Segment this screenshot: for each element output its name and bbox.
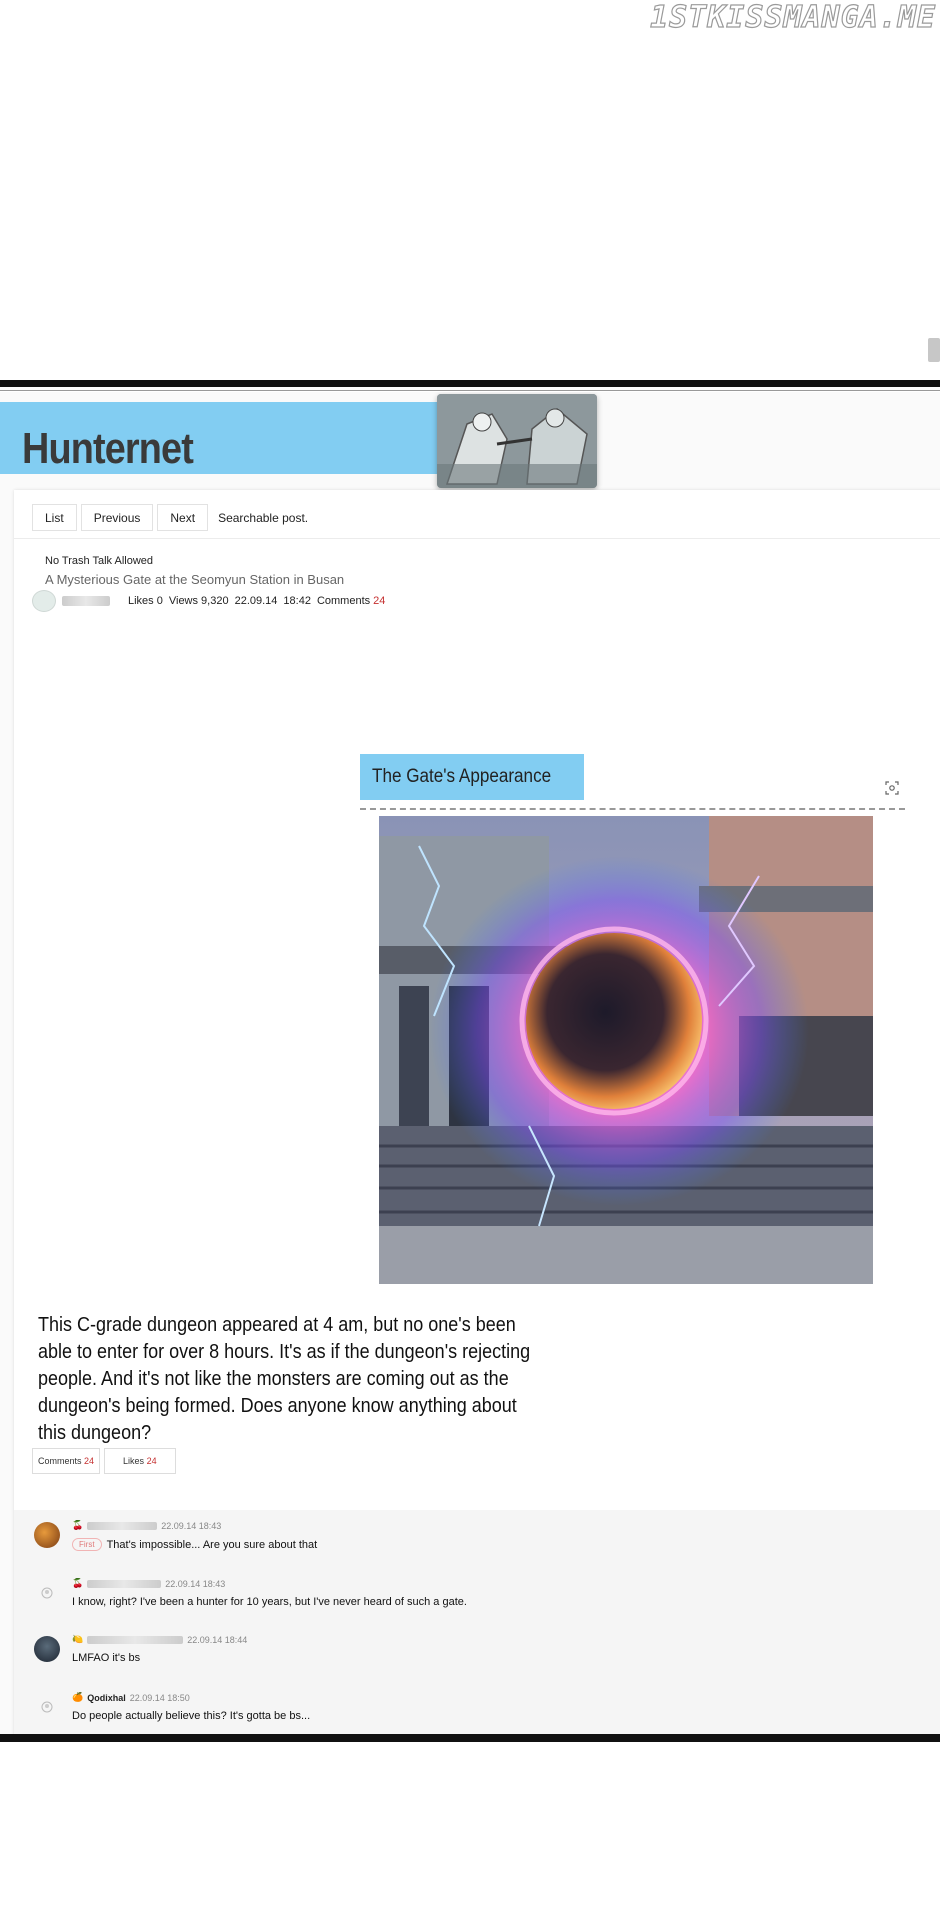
comments-label: Comments	[316, 595, 371, 607]
site-title: Hunternet	[22, 424, 194, 473]
expand-icon[interactable]	[880, 776, 904, 800]
banner-image	[437, 394, 597, 488]
views-count: Views 9,320	[168, 595, 229, 607]
post-meta: Likes 0 Views 9,320 22.09.14 18:42 Comme…	[32, 590, 385, 612]
comment-timestamp: 22.09.14 18:43	[161, 1520, 222, 1531]
author-avatar[interactable]	[32, 590, 56, 612]
previous-button[interactable]: Previous	[80, 504, 154, 531]
scrollbar-thumb[interactable]	[928, 338, 940, 362]
comment-list: 🍒 22.09.14 18:43 First That's impossible..…	[14, 1510, 940, 1734]
likes-button[interactable]: Likes 24	[104, 1448, 176, 1474]
nickname-blurred[interactable]	[87, 1635, 184, 1644]
list-button[interactable]: List	[32, 504, 77, 531]
post-time: 18:42	[283, 595, 311, 607]
first-badge: First	[72, 1538, 102, 1551]
post-date: 22.09.14	[234, 595, 278, 607]
panel-border-top	[0, 380, 940, 387]
avatar[interactable]	[34, 1694, 60, 1720]
likes-button-count: 24	[146, 1456, 157, 1466]
section-divider	[360, 808, 905, 810]
lemon-icon: 🍋	[72, 1634, 84, 1644]
comment-text: LMFAO it's bs	[72, 1652, 141, 1664]
avatar[interactable]	[34, 1580, 60, 1606]
hunternet-page: Hunternet List Previous Next Searchable …	[0, 392, 940, 1734]
divider	[14, 538, 940, 539]
site-banner: Hunternet	[0, 402, 440, 474]
comment-timestamp: 22.09.14 18:50	[129, 1692, 190, 1703]
likes-button-label: Likes	[123, 1456, 145, 1466]
comments-count[interactable]: 24	[373, 595, 385, 607]
comments-button-label: Comments	[38, 1456, 82, 1466]
post-title: A Mysterious Gate at the Seomyun Station…	[45, 572, 345, 587]
section-heading: The Gate's Appearance	[372, 766, 552, 787]
panel-border-line	[0, 390, 940, 391]
post-card: List Previous Next Searchable post. No T…	[14, 490, 940, 1734]
next-button[interactable]: Next	[157, 504, 209, 531]
board-name[interactable]: No Trash Talk Allowed	[45, 555, 153, 567]
cherry-icon: 🍒	[72, 1578, 84, 1588]
searchable-label: Searchable post.	[218, 510, 309, 525]
comment-text: That's impossible... Are you sure about …	[106, 1538, 318, 1551]
comments-button[interactable]: Comments 24	[32, 1448, 101, 1474]
comments-button-count: 24	[84, 1456, 95, 1466]
comment-timestamp: 22.09.14 18:43	[165, 1578, 226, 1589]
post-actions: Comments 24 Likes 24	[32, 1448, 176, 1474]
post-body: This C-grade dungeon appeared at 4 am, b…	[38, 1314, 531, 1444]
avatar[interactable]	[34, 1636, 60, 1662]
nickname-blurred[interactable]	[87, 1579, 162, 1588]
comment-nickname[interactable]: Qodixhal	[87, 1693, 126, 1703]
comment-timestamp: 22.09.14 18:44	[187, 1634, 248, 1645]
post-nav: List Previous Next Searchable post.	[32, 504, 308, 531]
gate-image	[379, 816, 873, 1284]
nickname-blurred[interactable]	[87, 1521, 158, 1530]
watermark: 1STKISSMANGA.ME	[649, 0, 936, 36]
comment-text: I know, right? I've been a hunter for 10…	[72, 1596, 467, 1608]
orange-icon: 🍊	[72, 1692, 84, 1702]
cherry-icon: 🍒	[72, 1520, 84, 1530]
comment-text: Do people actually believe this? It's go…	[72, 1710, 311, 1722]
likes-count: Likes 0	[128, 595, 163, 607]
panel-border-bottom	[0, 1734, 940, 1742]
avatar[interactable]	[34, 1522, 60, 1548]
author-name-blurred[interactable]	[62, 596, 110, 606]
